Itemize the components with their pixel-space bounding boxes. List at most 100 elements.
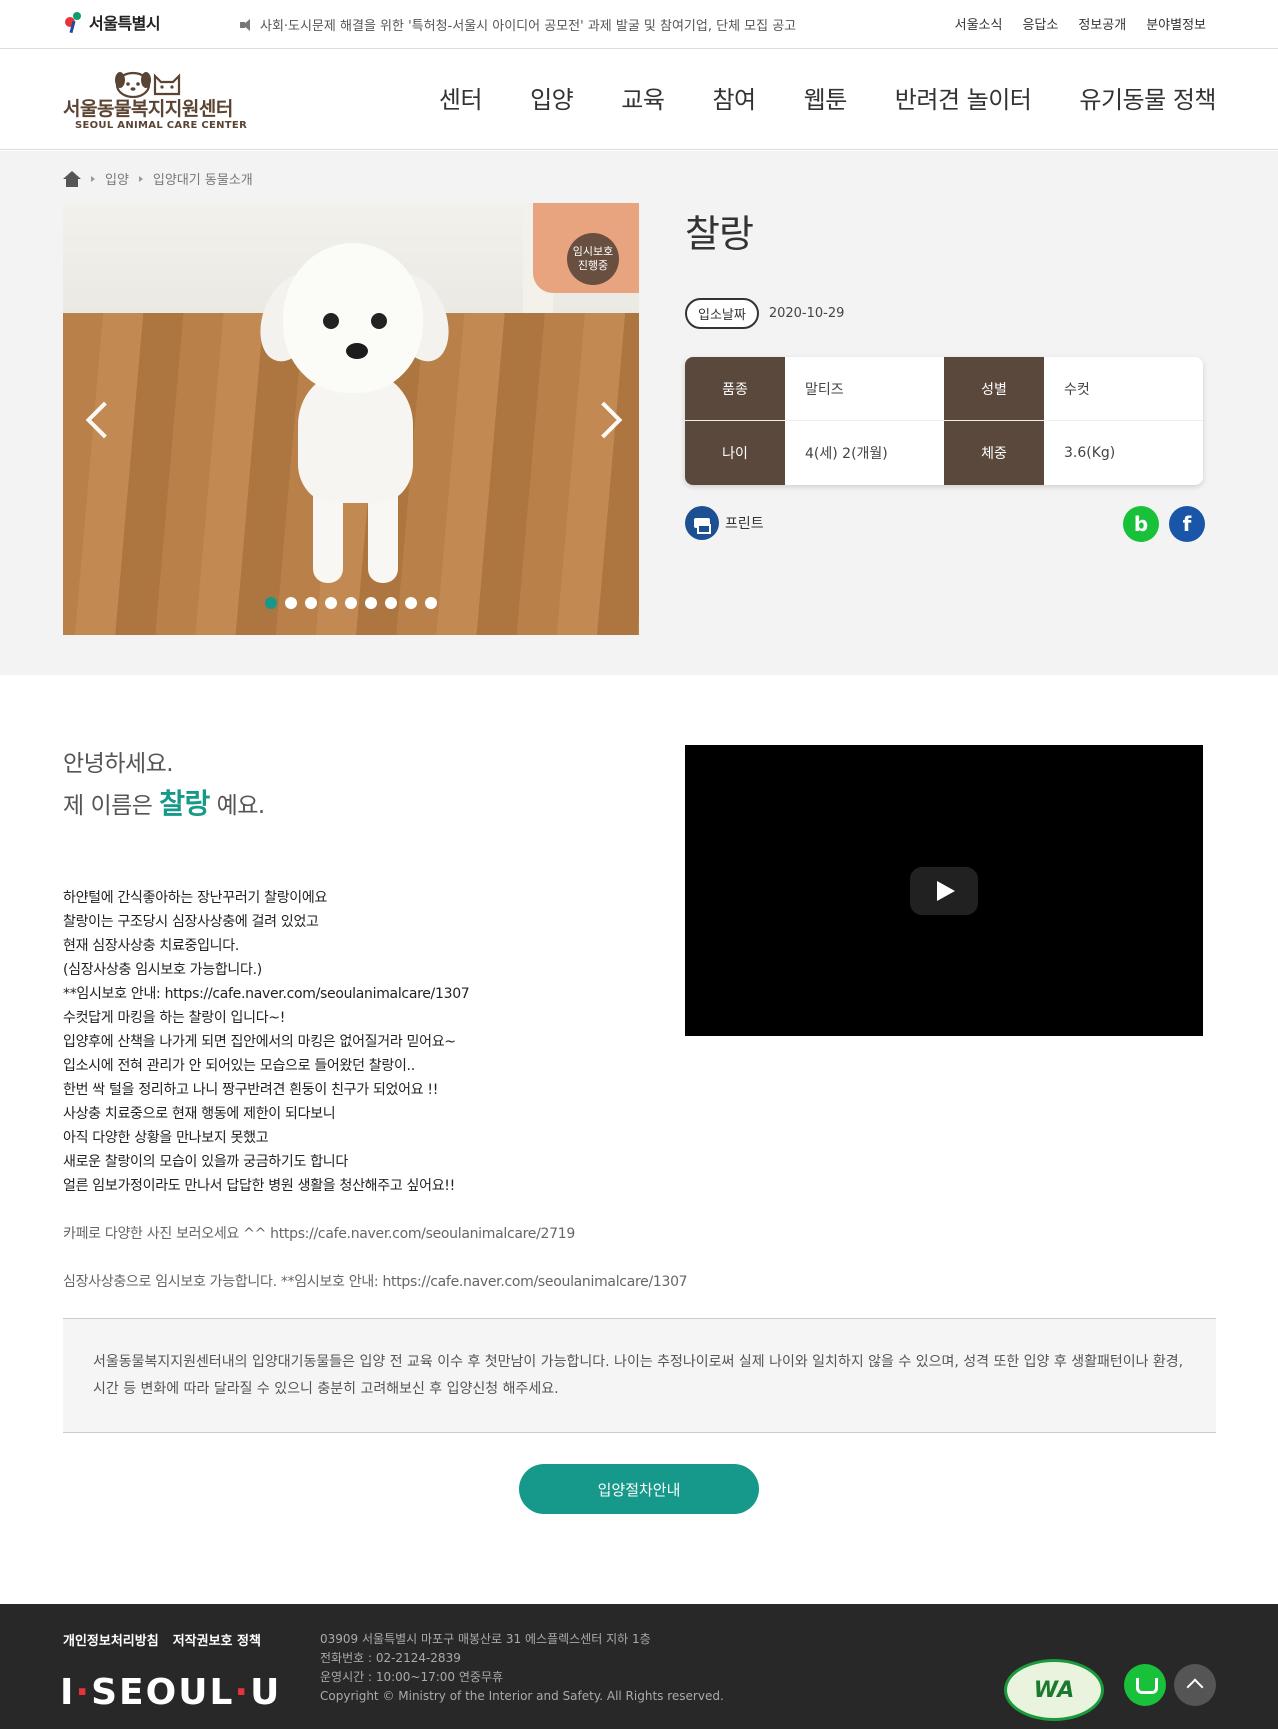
story-line: 입양후에 산책을 나가게 되면 집안에서의 마킹은 없어질거라 믿어요~: [63, 1034, 456, 1050]
cafe-cup-icon[interactable]: [1124, 1664, 1166, 1706]
band-share-icon[interactable]: b: [1123, 506, 1159, 542]
play-icon[interactable]: [910, 867, 978, 915]
pet-summary-section: 입양 입양대기 동물소개 임시보호 진행중 찰랑 입소날짜 2020-10-29…: [0, 151, 1278, 675]
nav-adoption[interactable]: 입양: [530, 80, 574, 115]
top-link-news[interactable]: 서울소식: [955, 14, 1003, 33]
footer-hours: 운영시간 : 10:00~17:00 연중무휴: [320, 1670, 504, 1684]
footer-copyright: Copyright © Ministry of the Interior and…: [320, 1689, 724, 1703]
top-link-info-disclosure[interactable]: 정보공개: [1078, 14, 1126, 33]
top-bar: 서울특별시 사회·도시문제 해결을 위한 '특허청-서울시 아이디어 공모전' …: [0, 0, 1278, 49]
story-line: 한번 싹 털을 정리하고 나니 짱구반려견 흰둥이 친구가 되었어요 !!: [63, 1082, 439, 1098]
breed-label: 품종: [685, 357, 785, 420]
print-button[interactable]: 프린트: [685, 506, 764, 540]
story-line: (심장사상충 임시보호 가능합니다.): [63, 962, 262, 978]
breadcrumb-current[interactable]: 입양대기 동물소개: [153, 169, 253, 188]
web-accessibility-mark-icon: WA: [1004, 1659, 1104, 1721]
seoul-logo-icon: [63, 11, 85, 34]
cafe-photos-line: 카페로 다양한 사진 보러오세요 ^^ https://cafe.naver.c…: [63, 1226, 575, 1242]
scroll-top-icon[interactable]: [1174, 1664, 1216, 1706]
nav-participation[interactable]: 참여: [712, 80, 756, 115]
breadcrumb-arrow-icon: [91, 175, 95, 182]
greeting-pet-name: 찰랑: [159, 787, 210, 820]
foster-info-line: 심장사상충으로 임시보호 가능합니다. **임시보호 안내: https://c…: [63, 1274, 688, 1290]
copyright-policy-link[interactable]: 저작권보호 정책: [173, 1630, 261, 1649]
pet-photo-slider[interactable]: 임시보호 진행중: [63, 203, 639, 635]
seoul-logo-text: 서울특별시: [89, 14, 161, 33]
nav-dog-playground[interactable]: 반려견 놀이터: [895, 80, 1032, 115]
footer-phone: 전화번호 : 02-2124-2839: [320, 1651, 461, 1665]
slide-dot[interactable]: [265, 597, 277, 609]
footer-info: 03909 서울특별시 마포구 매봉산로 31 에스플렉스센터 지하 1층 전화…: [320, 1630, 724, 1706]
details-row: 품종 말티즈 성별 수컷: [685, 357, 1203, 421]
nav-stray-animal-policy[interactable]: 유기동물 정책: [1079, 80, 1216, 115]
age-label: 나이: [685, 421, 785, 485]
next-slide-icon[interactable]: [597, 401, 619, 437]
print-label: 프린트: [725, 516, 764, 532]
age-value: 4(세) 2(개월): [805, 446, 888, 462]
slide-dot[interactable]: [405, 597, 417, 609]
printer-icon: [685, 506, 719, 540]
page: 서울특별시 사회·도시문제 해결을 위한 '특허청-서울시 아이디어 공모전' …: [0, 0, 1278, 1729]
breed-value: 말티즈: [805, 381, 844, 398]
top-link-category-info[interactable]: 분야별정보: [1146, 14, 1206, 33]
footer-links: 개인정보처리방침 저작권보호 정책: [63, 1630, 261, 1649]
main-nav: 센터 입양 교육 참여 웹툰 반려견 놀이터 유기동물 정책: [439, 80, 1217, 115]
top-link-response[interactable]: 응답소: [1022, 14, 1058, 33]
story-line: 찰랑이는 구조당시 심장사상충에 걸려 있었고: [63, 914, 319, 930]
sex-label: 성별: [944, 357, 1044, 420]
weight-label: 체중: [944, 421, 1044, 485]
top-notice-text: 사회·도시문제 해결을 위한 '특허청-서울시 아이디어 공모전' 과제 발굴 …: [260, 19, 797, 34]
sex-value: 수컷: [1064, 381, 1090, 398]
story-line: 사상충 치료중으로 현재 행동에 제한이 되다보니: [63, 1106, 336, 1122]
facebook-share-icon[interactable]: f: [1169, 506, 1205, 542]
pet-info: 찰랑 입소날짜 2020-10-29 품종 말티즈 성별 수컷 나이 4(세) …: [685, 203, 1205, 542]
adoption-notice: 서울동물복지지원센터내의 입양대기동물들은 입양 전 교육 이수 후 첫만남이 …: [63, 1318, 1216, 1433]
footer-address: 03909 서울특별시 마포구 매봉산로 31 에스플렉스센터 지하 1층: [320, 1632, 651, 1646]
story-line: **임시보호 안내: https://cafe.naver.com/seoula…: [63, 986, 470, 1002]
story-line: 아직 다양한 상황을 만나보지 못했고: [63, 1130, 269, 1146]
breadcrumb: 입양 입양대기 동물소개: [63, 169, 253, 188]
story-line: 입소시에 전혀 관리가 안 되어있는 모습으로 들어왔던 찰랑이..: [63, 1058, 415, 1074]
greeting-prefix: 제 이름은: [63, 793, 153, 819]
intake-date-label: 입소날짜: [685, 298, 759, 329]
greeting-suffix: 예요.: [216, 793, 266, 819]
share-buttons: b f: [1123, 506, 1205, 542]
privacy-policy-link[interactable]: 개인정보처리방침: [63, 1630, 159, 1649]
intake-date-row: 입소날짜 2020-10-29: [685, 298, 844, 329]
slide-dot[interactable]: [325, 597, 337, 609]
footer: 개인정보처리방침 저작권보호 정책 I·SEOUL·U 03909 서울특별시 …: [0, 1604, 1278, 1729]
foster-status-badge: 임시보호 진행중: [567, 233, 619, 285]
prev-slide-icon[interactable]: [83, 401, 105, 437]
slide-dot[interactable]: [285, 597, 297, 609]
story-line: 하얀털에 간식좋아하는 장난꾸러기 찰랑이에요: [63, 890, 328, 906]
nav-center[interactable]: 센터: [439, 80, 483, 115]
slide-dots: [265, 597, 437, 609]
pet-name: 찰랑: [685, 212, 754, 256]
center-logo-name: 서울동물복지지원센터: [63, 98, 233, 120]
home-icon[interactable]: [63, 170, 81, 187]
top-notice[interactable]: 사회·도시문제 해결을 위한 '특허청-서울시 아이디어 공모전' 과제 발굴 …: [240, 15, 796, 34]
pet-details-table: 품종 말티즈 성별 수컷 나이 4(세) 2(개월) 체중 3.6(Kg): [685, 357, 1203, 485]
nav-webtoon[interactable]: 웹툰: [804, 80, 848, 115]
badge-line2: 진행중: [577, 259, 609, 272]
seoul-city-logo[interactable]: 서울특별시: [63, 10, 161, 34]
center-logo[interactable]: 서울동물복지지원센터 SEOUL ANIMAL CARE CENTER: [63, 68, 253, 138]
breadcrumb-adoption[interactable]: 입양: [105, 169, 129, 188]
slide-dot[interactable]: [345, 597, 357, 609]
greeting-line1: 안녕하세요.: [63, 751, 174, 777]
story-line: 수컷답게 마킹을 하는 찰랑이 입니다~!: [63, 1010, 286, 1026]
slide-dot[interactable]: [365, 597, 377, 609]
adoption-procedure-button[interactable]: 입양절차안내: [519, 1464, 759, 1514]
breadcrumb-arrow-icon: [138, 175, 143, 182]
dog-photo: [249, 233, 460, 593]
slide-dot[interactable]: [305, 597, 317, 609]
video-player[interactable]: [685, 745, 1203, 1036]
slide-dot[interactable]: [385, 597, 397, 609]
slide-dot[interactable]: [425, 597, 437, 609]
badge-line1: 임시보호: [572, 245, 614, 258]
details-row: 나이 4(세) 2(개월) 체중 3.6(Kg): [685, 421, 1203, 485]
greeting: 안녕하세요. 제 이름은 찰랑 예요.: [63, 744, 265, 826]
greeting-line2: 제 이름은 찰랑 예요.: [63, 784, 265, 826]
nav-education[interactable]: 교육: [621, 80, 665, 115]
center-logo-english: SEOUL ANIMAL CARE CENTER: [75, 120, 248, 131]
